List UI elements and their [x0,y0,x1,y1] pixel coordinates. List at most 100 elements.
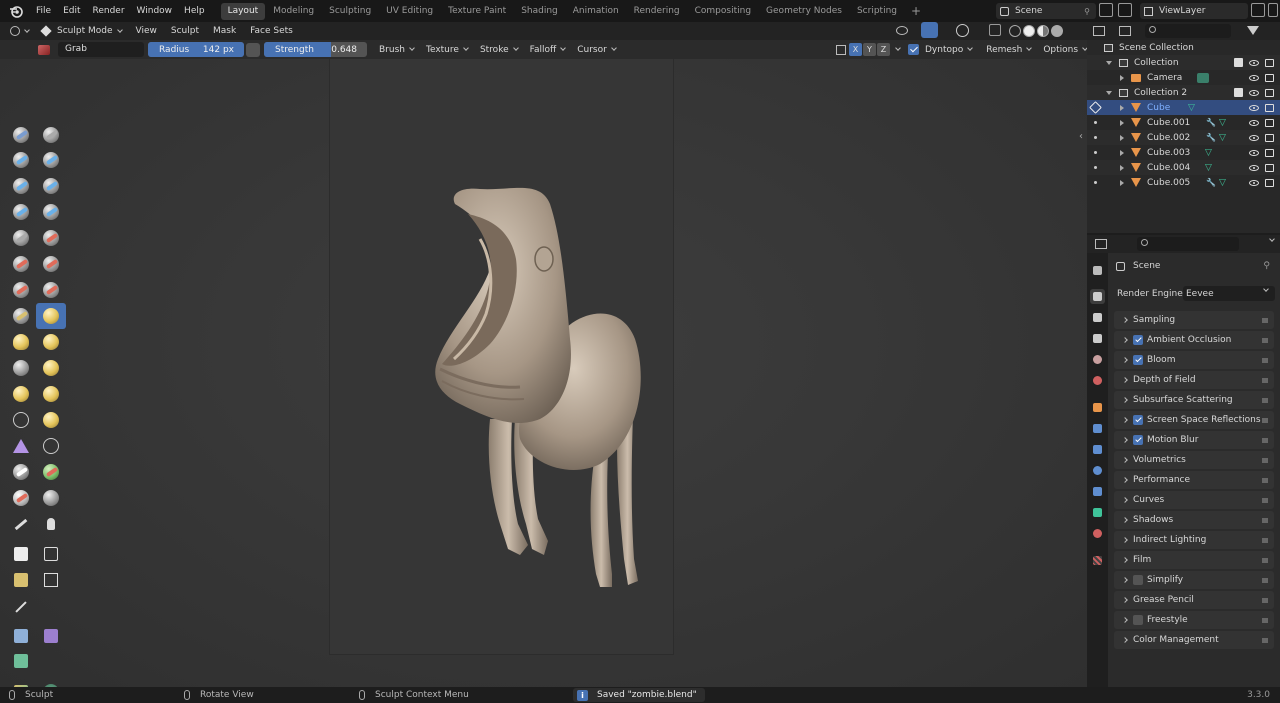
mesh-data-icon[interactable]: ▽ [1219,118,1226,128]
chevron-down-icon[interactable] [895,45,901,51]
panel-film[interactable]: Film [1114,551,1274,569]
outliner-item-cube-003[interactable]: Cube.003 ▽ [1087,145,1280,160]
smear-tool[interactable] [38,512,64,536]
modifier-icon[interactable]: 🔧 [1206,178,1216,187]
smooth-tool[interactable] [38,226,64,250]
screen-space-reflections-checkbox[interactable] [1133,415,1143,425]
nudge-tool[interactable] [8,382,34,406]
panel-depth-of-field[interactable]: Depth of Field [1114,371,1274,389]
sculpt-model[interactable] [420,119,660,589]
panel-subsurface-scattering[interactable]: Subsurface Scattering [1114,391,1274,409]
menu-window[interactable]: Window [131,0,179,22]
panel-sampling[interactable]: Sampling [1114,311,1274,329]
drag-handle-icon[interactable] [1262,457,1268,463]
stroke-dropdown[interactable]: Stroke [474,45,524,55]
tool-tab[interactable] [1090,263,1105,278]
scene-tab[interactable] [1090,352,1105,367]
drag-handle-icon[interactable] [1262,517,1268,523]
tab-rendering[interactable]: Rendering [627,3,687,20]
render-tab[interactable] [1090,289,1105,304]
drag-handle-icon[interactable] [1262,537,1268,543]
inflate-tool[interactable] [8,200,34,224]
panel-shadows[interactable]: Shadows [1114,511,1274,529]
scrape-tool[interactable] [8,278,34,302]
eye-icon[interactable] [1249,119,1259,126]
expand-arrow-icon[interactable] [1120,119,1124,126]
line-project-tool[interactable] [8,595,34,619]
expand-arrow-icon[interactable] [1120,134,1124,141]
draw-face-sets-tool[interactable] [38,460,64,484]
filter-icon[interactable] [1247,26,1259,35]
search-input[interactable] [1137,237,1239,251]
boundary-tool[interactable] [38,408,64,432]
panel-simplify[interactable]: Simplify [1114,571,1274,589]
material-tab[interactable] [1090,526,1105,541]
menu-help[interactable]: Help [178,0,211,22]
drag-handle-icon[interactable] [1262,337,1268,343]
menu-sculpt[interactable]: Sculpt [164,26,206,36]
add-workspace-icon[interactable]: + [905,4,927,18]
mesh-data-icon[interactable]: ▽ [1205,163,1212,173]
drag-handle-icon[interactable] [1262,597,1268,603]
menu-file[interactable]: File [30,0,57,22]
mode-selector[interactable]: Sculpt Mode [35,25,129,37]
panel-freestyle[interactable]: Freestyle [1114,611,1274,629]
data-tab[interactable] [1090,505,1105,520]
tab-compositing[interactable]: Compositing [688,3,758,20]
render-visibility-icon[interactable] [1265,133,1274,142]
edit-face-set-tool[interactable] [8,680,34,687]
panel-volumetrics[interactable]: Volumetrics [1114,451,1274,469]
radius-slider[interactable]: Radius 142 px [148,42,244,57]
panel-performance[interactable]: Performance [1114,471,1274,489]
editor-type-icon[interactable] [10,26,20,36]
multiplane-scrape-tool[interactable] [38,278,64,302]
drag-handle-icon[interactable] [1262,557,1268,563]
outliner-root[interactable]: Scene Collection [1087,40,1280,55]
draw-sharp-tool[interactable] [38,123,64,147]
physics-tab[interactable] [1090,463,1105,478]
drag-handle-icon[interactable] [1262,437,1268,443]
render-engine-dropdown[interactable]: Eevee [1183,286,1275,301]
eye-icon[interactable] [1249,149,1259,156]
mask-by-color-tool[interactable] [38,680,64,687]
mirror-y-toggle[interactable]: Y [863,43,876,56]
menu-edit[interactable]: Edit [57,0,86,22]
panel-curves[interactable]: Curves [1114,491,1274,509]
delete-scene-icon[interactable] [1118,3,1132,17]
render-visibility-icon[interactable] [1265,58,1274,67]
mirror-z-toggle[interactable]: Z [877,43,890,56]
expand-arrow-icon[interactable] [1106,90,1112,95]
tab-modeling[interactable]: Modeling [266,3,321,20]
status-message[interactable]: i Saved "zombie.blend" [573,688,705,702]
panel-indirect-lighting[interactable]: Indirect Lighting [1114,531,1274,549]
pin-icon[interactable]: ⚲ [1263,261,1270,271]
output-tab[interactable] [1090,310,1105,325]
tab-scripting[interactable]: Scripting [850,3,904,20]
world-tab[interactable] [1090,373,1105,388]
render-visibility-icon[interactable] [1265,73,1274,82]
ambient-occlusion-checkbox[interactable] [1133,335,1143,345]
tab-sculpting[interactable]: Sculpting [322,3,378,20]
tab-layout[interactable]: Layout [220,2,266,20]
overlay-toggle-icon[interactable] [956,24,969,37]
expand-arrow-icon[interactable] [1120,104,1124,111]
exclude-checkbox[interactable] [1234,88,1243,97]
cloth-tool[interactable] [8,434,34,458]
mesh-data-icon[interactable]: ▽ [1188,103,1195,113]
rotate-tool[interactable] [38,382,64,406]
drag-handle-icon[interactable] [1262,617,1268,623]
drag-handle-icon[interactable] [1262,417,1268,423]
mask-tool[interactable] [8,460,34,484]
eye-icon[interactable] [1249,59,1259,66]
visibility-icon[interactable] [896,26,908,35]
elastic-deform-tool[interactable] [8,330,34,354]
render-visibility-icon[interactable] [1265,163,1274,172]
panel-grease-pencil[interactable]: Grease Pencil [1114,591,1274,609]
freestyle-checkbox[interactable] [1133,615,1143,625]
render-visibility-icon[interactable] [1265,103,1274,112]
drag-handle-icon[interactable] [1262,637,1268,643]
tab-animation[interactable]: Animation [566,3,626,20]
chevron-down-icon[interactable] [1269,236,1275,242]
remesh-dropdown[interactable]: Remesh [980,45,1037,55]
eye-icon[interactable] [1249,164,1259,171]
